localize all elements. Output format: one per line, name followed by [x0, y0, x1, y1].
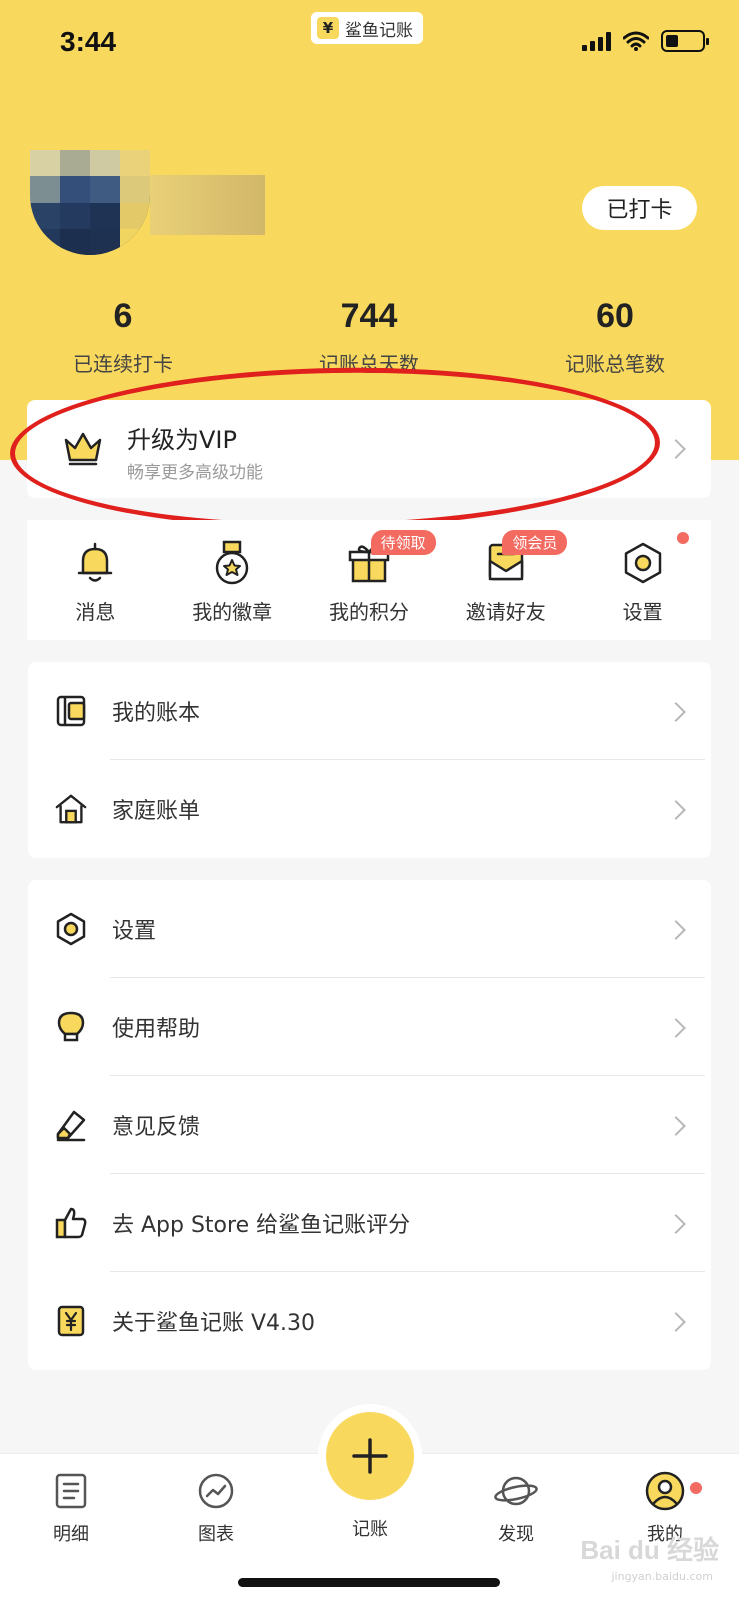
- chevron-right-icon: [666, 1018, 686, 1038]
- watermark-text: Bai du 经验: [580, 1535, 719, 1565]
- tab-label: 记账: [352, 1519, 388, 1540]
- house-icon: [55, 794, 87, 824]
- watermark-subtext: jingyan.baidu.com: [611, 1570, 713, 1583]
- notification-dot: [676, 532, 689, 544]
- plus-icon: [352, 1438, 388, 1474]
- chevron-right-icon: [666, 1312, 686, 1332]
- pencil-icon: [56, 1110, 86, 1142]
- planet-icon: [494, 1476, 538, 1506]
- menu-item-settings[interactable]: 设置: [28, 880, 711, 978]
- badge-to-claim: 待领取: [370, 530, 436, 555]
- yen-icon: ¥: [317, 17, 339, 39]
- tab-label: 明细: [53, 1524, 89, 1545]
- menu-item-help[interactable]: 使用帮助: [28, 978, 711, 1076]
- quick-action-label: 邀请好友: [465, 600, 546, 624]
- menu-group-general: 设置 使用帮助 意见反馈 去 App Store 给鲨鱼记账评分 关于鲨鱼记账 …: [28, 880, 711, 1370]
- quick-action-invite[interactable]: 邀请好友 领会员: [437, 520, 574, 640]
- chart-icon: [198, 1473, 234, 1509]
- checkin-button[interactable]: 已打卡: [582, 186, 697, 230]
- menu-item-label: 我的账本: [112, 701, 201, 726]
- menu-item-label: 关于鲨鱼记账 V4.30: [112, 1311, 316, 1336]
- quick-actions-bar: 消息 我的徽章 我的积分 待领取 邀请好友 领会员 设置: [27, 520, 711, 640]
- stat-value: 744: [340, 297, 398, 335]
- chevron-right-icon: [666, 1116, 686, 1136]
- menu-item-feedback[interactable]: 意见反馈: [28, 1076, 711, 1174]
- medal-icon: [215, 540, 249, 585]
- chevron-right-icon: [666, 439, 686, 459]
- settings-icon: [56, 912, 86, 946]
- menu-item-rate-app[interactable]: 去 App Store 给鲨鱼记账评分: [28, 1174, 711, 1272]
- stat-value: 60: [596, 297, 634, 335]
- avatar[interactable]: [30, 150, 150, 255]
- wifi-icon: [623, 31, 649, 51]
- menu-item-label: 设置: [112, 919, 157, 944]
- status-bar: 3:44 ¥ 鲨鱼记账: [0, 0, 739, 90]
- app-pill-label: 鲨鱼记账: [345, 20, 413, 41]
- tab-label: 发现: [498, 1524, 534, 1545]
- menu-item-label: 意见反馈: [112, 1115, 201, 1140]
- battery-icon: [661, 30, 709, 52]
- menu-item-my-books[interactable]: 我的账本: [28, 662, 711, 760]
- notification-dot: [690, 1482, 702, 1494]
- lightbulb-icon: [57, 1011, 85, 1042]
- status-time: 3:44: [60, 26, 117, 57]
- menu-item-family-bill[interactable]: 家庭账单: [28, 760, 711, 858]
- stats-row: 6 已连续打卡 744 记账总天数 60 记账总笔数: [0, 296, 739, 377]
- badge-get-vip: 领会员: [502, 530, 568, 555]
- menu-item-label: 家庭账单: [112, 799, 201, 824]
- add-record-button[interactable]: [318, 1404, 422, 1508]
- thumbs-up-icon: [55, 1207, 87, 1239]
- cellular-signal-icon: [582, 31, 611, 51]
- menu-item-label: 去 App Store 给鲨鱼记账评分: [112, 1213, 411, 1238]
- quick-action-label: 设置: [622, 600, 663, 624]
- menu-item-about[interactable]: 关于鲨鱼记账 V4.30: [28, 1272, 711, 1370]
- tab-charts[interactable]: 图表: [171, 1468, 261, 1546]
- status-icons: [582, 30, 709, 52]
- chevron-right-icon: [666, 920, 686, 940]
- tab-details[interactable]: 明细: [26, 1468, 116, 1546]
- menu-item-label: 使用帮助: [112, 1017, 201, 1042]
- username-blurred: [150, 175, 265, 235]
- settings-icon: [624, 542, 661, 584]
- user-icon: [645, 1471, 685, 1511]
- wallet-icon: [56, 695, 86, 727]
- quick-action-messages[interactable]: 消息: [27, 520, 164, 640]
- stat-total-entries[interactable]: 60 记账总笔数: [492, 296, 738, 377]
- tab-label: 图表: [198, 1524, 234, 1545]
- app-return-pill[interactable]: ¥ 鲨鱼记账: [311, 12, 423, 44]
- quick-action-label: 我的徽章: [192, 600, 273, 624]
- quick-action-points[interactable]: 我的积分 待领取: [301, 520, 438, 640]
- bell-icon: [78, 542, 113, 582]
- stat-label: 记账总笔数: [565, 352, 665, 376]
- quick-action-badges[interactable]: 我的徽章: [164, 520, 301, 640]
- stat-label: 已连续打卡: [73, 352, 173, 376]
- chevron-right-icon: [666, 800, 686, 820]
- menu-group-books: 我的账本 家庭账单: [28, 662, 711, 858]
- stat-value: 6: [113, 297, 133, 335]
- yen-icon: [57, 1305, 85, 1337]
- chevron-right-icon: [666, 1214, 686, 1234]
- stat-total-days[interactable]: 744 记账总天数: [246, 296, 492, 377]
- quick-action-label: 我的积分: [328, 600, 409, 624]
- document-icon: [55, 1473, 87, 1509]
- chevron-right-icon: [666, 702, 686, 722]
- quick-action-label: 消息: [75, 600, 116, 624]
- home-indicator[interactable]: [238, 1578, 500, 1587]
- tab-discover[interactable]: 发现: [471, 1468, 561, 1546]
- quick-action-settings[interactable]: 设置: [574, 520, 711, 640]
- stat-streak[interactable]: 6 已连续打卡: [0, 296, 246, 377]
